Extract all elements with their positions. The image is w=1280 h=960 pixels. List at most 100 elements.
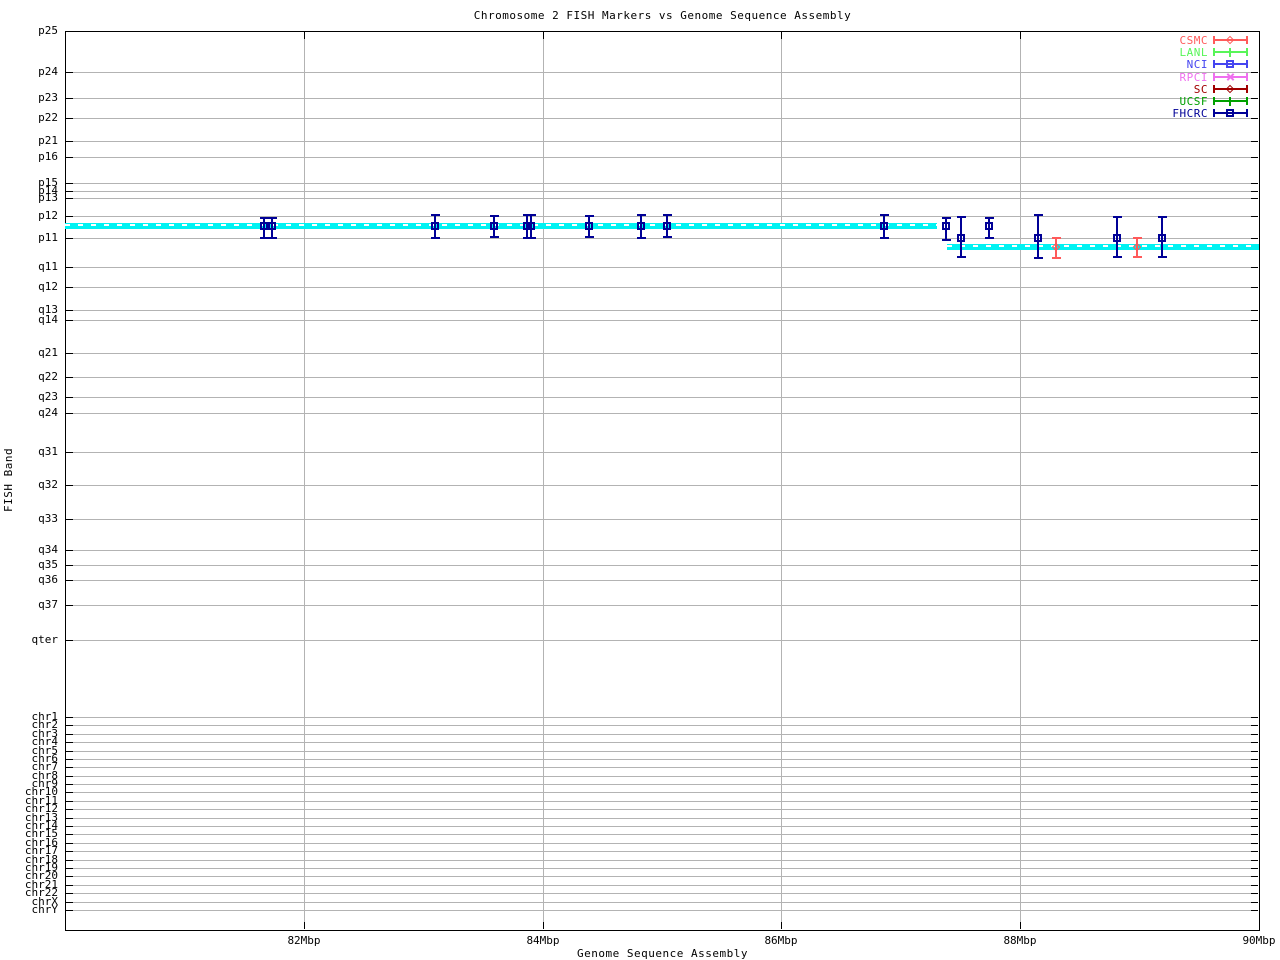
grid-line-h xyxy=(66,565,1258,566)
fhcrc-error-cap xyxy=(942,239,951,241)
fish-band-label: q24 xyxy=(38,406,58,419)
grid-line-h xyxy=(66,826,1258,827)
square-marker-icon xyxy=(490,222,498,230)
x-tick-label: 90Mbp xyxy=(1242,934,1276,947)
square-marker-icon xyxy=(880,222,888,230)
fish-band-label: q12 xyxy=(38,280,58,293)
grid-line-h xyxy=(66,605,1258,606)
axis-tick-right xyxy=(1251,742,1258,743)
grid-line-h xyxy=(66,851,1258,852)
axis-tick-right xyxy=(1251,198,1258,199)
legend-sample-cap xyxy=(1213,97,1215,105)
axis-tick-right xyxy=(1251,725,1258,726)
grid-line-h xyxy=(66,157,1258,158)
axis-tick-right xyxy=(1251,605,1258,606)
grid-line-h xyxy=(66,818,1258,819)
fhcrc-error-cap xyxy=(985,217,994,219)
legend-sample-cap xyxy=(1246,60,1248,68)
axis-tick-left xyxy=(66,72,73,73)
axis-tick-top xyxy=(781,32,782,39)
grid-line-h xyxy=(66,191,1258,192)
csmc-error-cap xyxy=(1052,257,1061,259)
grid-line-h xyxy=(66,885,1258,886)
plus-marker-icon xyxy=(1229,48,1231,57)
axis-tick-left xyxy=(66,141,73,142)
fhcrc-error-cap xyxy=(1113,256,1122,258)
axis-tick-right xyxy=(1251,910,1258,911)
axis-tick-left xyxy=(66,198,73,199)
plus-marker-icon xyxy=(1229,97,1231,106)
grid-line-h xyxy=(66,183,1258,184)
fhcrc-error-cap xyxy=(1034,257,1043,259)
x-tick-label: 88Mbp xyxy=(1003,934,1037,947)
axis-tick-left xyxy=(66,605,73,606)
axis-tick-left xyxy=(66,191,73,192)
axis-tick-left xyxy=(66,818,73,819)
fhcrc-error-cap xyxy=(985,237,994,239)
fhcrc-error-cap xyxy=(637,237,646,239)
fish-band-label: q32 xyxy=(38,478,58,491)
axis-tick-left xyxy=(66,910,73,911)
axis-tick-left xyxy=(66,287,73,288)
axis-tick-left xyxy=(66,485,73,486)
square-marker-icon xyxy=(431,222,439,230)
fhcrc-error-cap xyxy=(942,217,951,219)
legend-sample-cap xyxy=(1213,60,1215,68)
axis-tick-right xyxy=(1251,377,1258,378)
axis-tick-right xyxy=(1251,893,1258,894)
grid-line-h xyxy=(66,834,1258,835)
grid-line-h xyxy=(66,759,1258,760)
axis-tick-left xyxy=(66,843,73,844)
grid-line-h xyxy=(66,640,1258,641)
square-marker-icon xyxy=(1034,234,1042,242)
x-tick-label: 86Mbp xyxy=(764,934,798,947)
fish-band-label: q31 xyxy=(38,445,58,458)
fish-band-label: chrY xyxy=(31,903,59,916)
grid-line-h xyxy=(66,287,1258,288)
axis-tick-right xyxy=(1251,413,1258,414)
axis-tick-right xyxy=(1251,885,1258,886)
axis-tick-right xyxy=(1251,784,1258,785)
fhcrc-error-cap xyxy=(957,256,966,258)
square-marker-icon xyxy=(260,222,268,230)
fhcrc-error-cap xyxy=(268,237,277,239)
axis-tick-right xyxy=(1251,31,1258,32)
axis-tick-left xyxy=(66,565,73,566)
fish-band-label: q22 xyxy=(38,370,58,383)
fhcrc-error-cap xyxy=(663,214,672,216)
grid-line-h xyxy=(66,717,1258,718)
legend-sample-cap xyxy=(1246,36,1248,44)
fhcrc-error-cap xyxy=(1034,214,1043,216)
axis-tick-left xyxy=(66,216,73,217)
square-marker-icon xyxy=(1226,109,1234,117)
axis-tick-right xyxy=(1251,191,1258,192)
axis-tick-right xyxy=(1251,98,1258,99)
square-marker-icon xyxy=(268,222,276,230)
axis-tick-top xyxy=(304,32,305,39)
fish-marker-chart: Chromosome 2 FISH Markers vs Genome Sequ… xyxy=(0,0,1280,960)
square-marker-icon xyxy=(1158,234,1166,242)
grid-line-v xyxy=(304,32,305,929)
grid-line-h xyxy=(66,141,1258,142)
axis-tick-right xyxy=(1251,310,1258,311)
fish-band-label: qter xyxy=(31,633,59,646)
axis-tick-left xyxy=(66,767,73,768)
fhcrc-error-cap xyxy=(527,214,536,216)
grid-line-h xyxy=(66,809,1258,810)
csmc-error-cap xyxy=(1133,256,1142,258)
axis-tick-right xyxy=(1251,238,1258,239)
axis-tick-left xyxy=(66,717,73,718)
legend-sample-cap xyxy=(1246,85,1248,93)
square-marker-icon xyxy=(985,222,993,230)
legend-sample-cap xyxy=(1213,73,1215,81)
square-marker-icon xyxy=(527,222,535,230)
axis-tick-left xyxy=(66,640,73,641)
grid-line-h xyxy=(66,485,1258,486)
axis-tick-bottom xyxy=(304,922,305,929)
x-tick-label: 84Mbp xyxy=(526,934,560,947)
fish-band-label: q21 xyxy=(38,346,58,359)
fish-band-label: q37 xyxy=(38,598,58,611)
cyan-band-segment xyxy=(65,223,937,229)
fish-band-label: q34 xyxy=(38,543,58,556)
axis-tick-right xyxy=(1251,876,1258,877)
